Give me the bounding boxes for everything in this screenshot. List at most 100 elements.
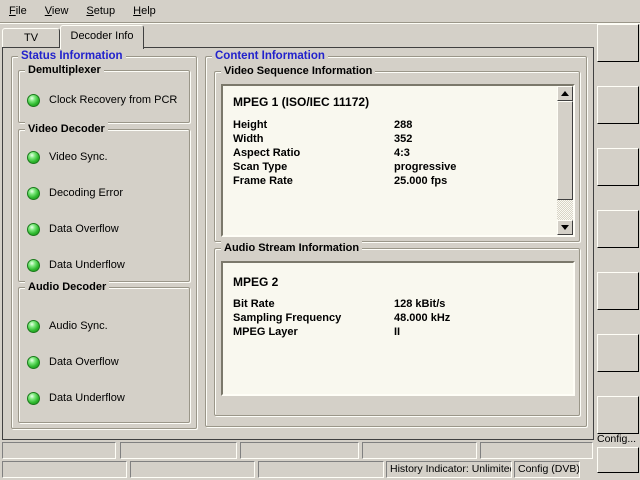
softkey-config-button[interactable]	[597, 447, 639, 473]
menu-file[interactable]: File	[0, 0, 36, 22]
status-led-green-icon	[27, 259, 40, 272]
video-stream-heading: MPEG 1 (ISO/IEC 11172)	[233, 95, 369, 109]
audio-stream-heading: MPEG 2	[233, 275, 278, 289]
row-label: MPEG Layer	[233, 325, 394, 339]
scroll-up-icon	[561, 91, 569, 96]
status-information-title: Status Information	[18, 49, 126, 63]
tab-tv[interactable]: TV	[2, 28, 60, 48]
status-item-video-data-underflow: Data Underflow	[27, 257, 125, 273]
softkey-button-1[interactable]	[597, 24, 639, 62]
statusbar-cell	[240, 442, 359, 459]
table-row: Width 352	[233, 132, 551, 146]
row-label: Frame Rate	[233, 174, 394, 188]
video-decoder-title: Video Decoder	[25, 122, 108, 136]
status-item-label: Audio Sync.	[49, 320, 108, 332]
softkey-button-4[interactable]	[597, 210, 639, 248]
status-led-green-icon	[27, 223, 40, 236]
row-label: Width	[233, 132, 394, 146]
row-value: 128 kBit/s	[394, 297, 445, 311]
statusbar-cell	[2, 461, 127, 478]
row-value: progressive	[394, 160, 456, 174]
video-sequence-title: Video Sequence Information	[221, 64, 375, 78]
video-sequence-rows: Height 288 Width 352 Aspect Ratio 4:3	[233, 118, 551, 188]
statusbar-cell	[258, 461, 384, 478]
row-value: 25.000 fps	[394, 174, 447, 188]
table-row: Bit Rate 128 kBit/s	[233, 297, 551, 311]
table-row: Height 288	[233, 118, 551, 132]
vertical-scrollbar[interactable]	[557, 86, 573, 235]
audio-decoder-title: Audio Decoder	[25, 280, 109, 294]
status-information-group: Status Information Demultiplexer Clock R…	[11, 56, 197, 429]
status-item-video-sync: Video Sync.	[27, 149, 108, 165]
row-label: Scan Type	[233, 160, 394, 174]
row-value: 288	[394, 118, 412, 132]
tab-decoder-info[interactable]: Decoder Info	[60, 25, 144, 49]
statusbar-history-indicator: History Indicator: Unlimited	[386, 461, 512, 478]
softkey-config-label: Config...	[597, 432, 640, 446]
content-information-group: Content Information Video Sequence Infor…	[205, 56, 587, 427]
status-led-green-icon	[27, 187, 40, 200]
statusbar-cell	[2, 442, 116, 459]
status-led-green-icon	[27, 356, 40, 369]
status-led-green-icon	[27, 320, 40, 333]
softkey-button-2[interactable]	[597, 86, 639, 124]
softkey-button-5[interactable]	[597, 272, 639, 310]
audio-stream-title: Audio Stream Information	[221, 241, 362, 255]
status-item-label: Data Underflow	[49, 259, 125, 271]
table-row: Frame Rate 25.000 fps	[233, 174, 551, 188]
row-label: Aspect Ratio	[233, 146, 394, 160]
video-sequence-panel: MPEG 1 (ISO/IEC 11172) Height 288 Width …	[221, 84, 575, 237]
status-item-audio-data-overflow: Data Overflow	[27, 354, 119, 370]
status-item-label: Clock Recovery from PCR	[49, 94, 177, 106]
row-label: Height	[233, 118, 394, 132]
video-decoder-group: Video Decoder Video Sync. Decoding Error…	[18, 129, 190, 282]
audio-stream-rows: Bit Rate 128 kBit/s Sampling Frequency 4…	[233, 297, 551, 339]
audio-decoder-group: Audio Decoder Audio Sync. Data Overflow …	[18, 287, 190, 423]
audio-stream-panel: MPEG 2 Bit Rate 128 kBit/s Sampling Freq…	[221, 261, 575, 396]
application-window: File View Setup Help TV Decoder Info Sta…	[0, 0, 640, 480]
table-row: MPEG Layer II	[233, 325, 551, 339]
scroll-down-icon	[561, 225, 569, 230]
statusbar-cell	[362, 442, 477, 459]
menu-view[interactable]: View	[36, 0, 78, 22]
statusbar-config: Config (DVB)	[514, 461, 580, 478]
status-item-label: Decoding Error	[49, 187, 123, 199]
demultiplexer-title: Demultiplexer	[25, 63, 104, 77]
statusbar-cell	[130, 461, 255, 478]
content-information-title: Content Information	[212, 49, 328, 63]
status-item-video-data-overflow: Data Overflow	[27, 221, 119, 237]
video-sequence-group: Video Sequence Information MPEG 1 (ISO/I…	[214, 71, 580, 242]
menu-setup[interactable]: Setup	[77, 0, 124, 22]
menu-help[interactable]: Help	[124, 0, 165, 22]
softkey-button-3[interactable]	[597, 148, 639, 186]
row-label: Sampling Frequency	[233, 311, 394, 325]
status-led-green-icon	[27, 392, 40, 405]
status-item-label: Data Overflow	[49, 356, 119, 368]
status-item-label: Data Overflow	[49, 223, 119, 235]
demultiplexer-group: Demultiplexer Clock Recovery from PCR	[18, 70, 190, 123]
status-led-green-icon	[27, 94, 40, 107]
status-item-clock-recovery: Clock Recovery from PCR	[27, 92, 177, 108]
audio-stream-group: Audio Stream Information MPEG 2 Bit Rate…	[214, 248, 580, 416]
row-value: 352	[394, 132, 412, 146]
scrollbar-thumb[interactable]	[557, 101, 573, 200]
scroll-up-button[interactable]	[557, 86, 573, 101]
scroll-down-button[interactable]	[557, 220, 573, 235]
row-value: 48.000 kHz	[394, 311, 450, 325]
row-value: II	[394, 325, 400, 339]
main-panel: Status Information Demultiplexer Clock R…	[2, 47, 594, 440]
table-row: Aspect Ratio 4:3	[233, 146, 551, 160]
status-led-green-icon	[27, 151, 40, 164]
table-row: Scan Type progressive	[233, 160, 551, 174]
status-item-label: Video Sync.	[49, 151, 108, 163]
menu-bar: File View Setup Help	[0, 0, 640, 23]
softkey-button-7[interactable]	[597, 396, 639, 434]
table-row: Sampling Frequency 48.000 kHz	[233, 311, 551, 325]
softkey-button-6[interactable]	[597, 334, 639, 372]
row-value: 4:3	[394, 146, 410, 160]
status-item-decoding-error: Decoding Error	[27, 185, 123, 201]
status-item-audio-data-underflow: Data Underflow	[27, 390, 125, 406]
status-item-audio-sync: Audio Sync.	[27, 318, 108, 334]
status-item-label: Data Underflow	[49, 392, 125, 404]
row-label: Bit Rate	[233, 297, 394, 311]
